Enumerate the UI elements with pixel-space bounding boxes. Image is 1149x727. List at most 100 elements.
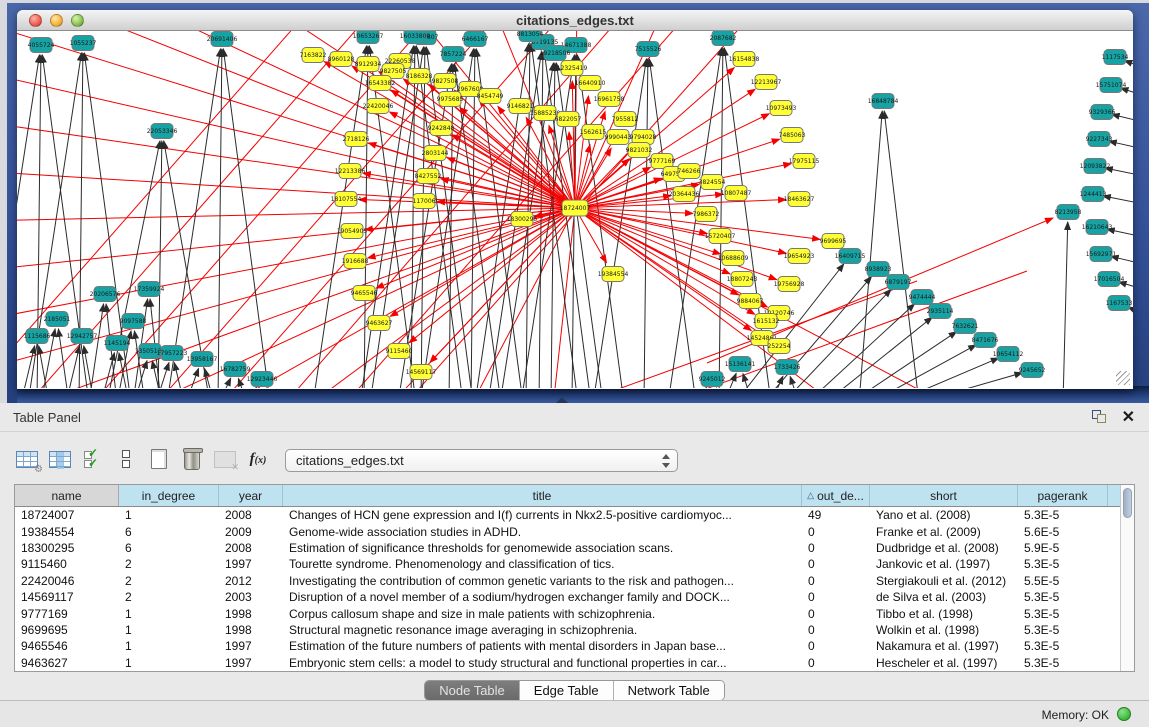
function-builder-icon[interactable]: f(x)	[245, 446, 271, 472]
column-header-title[interactable]: title	[283, 485, 802, 506]
graph-node-label: 16640910	[575, 80, 606, 87]
graph-edge	[870, 345, 976, 388]
graph-node-label: 12093822	[1080, 163, 1111, 170]
table-cell-year: 1998	[219, 623, 283, 637]
table-cell-year: 2008	[219, 541, 283, 555]
table-cell-short: Stergiakouli et al. (2012)	[870, 574, 1018, 588]
close-panel-icon[interactable]: ✕	[1122, 407, 1135, 427]
graph-node-label: 8813054	[517, 31, 544, 38]
graph-node-label: 7986372	[693, 211, 720, 218]
graph-edge	[174, 363, 184, 388]
column-header-name[interactable]: name	[15, 485, 119, 506]
table-panel-titlebar: Table Panel ✕	[0, 403, 1149, 432]
table-cell-name: 19384554	[15, 525, 119, 539]
graph-node-label: 2935114	[927, 308, 954, 315]
graph-edge	[884, 111, 919, 388]
graph-node-label: 117006	[413, 198, 436, 205]
delete-column-icon[interactable]	[179, 446, 205, 472]
memory-status-indicator[interactable]	[1117, 707, 1131, 721]
graph-edge	[360, 46, 414, 388]
table-cell-short: Wolkin et al. (1998)	[870, 623, 1018, 637]
graph-node-label: 16033809	[400, 33, 431, 40]
graph-node-label: 1916688	[342, 258, 369, 265]
graph-edge	[223, 49, 270, 388]
table-cell-short: Tibbo et al. (1998)	[870, 607, 1018, 621]
table-row[interactable]: 1938455462009Genome-wide association stu…	[15, 523, 1120, 539]
graph-node-label: 17016504	[1094, 276, 1125, 283]
graph-node-label: 9827505	[380, 68, 407, 75]
table-row[interactable]: 946362711997Embryonic stem cells: a mode…	[15, 655, 1120, 671]
table-cell-in_degree: 1	[119, 656, 219, 670]
graph-node-label: 252254	[768, 343, 791, 350]
table-source-dropdown[interactable]: citations_edges.txt	[285, 449, 678, 472]
select-all-columns-icon[interactable]: ✓✓	[80, 446, 106, 472]
table-cell-pagerank: 5.3E-5	[1018, 508, 1108, 522]
graph-node-label: 18107554	[331, 196, 362, 203]
window-resize-grip[interactable]	[1116, 371, 1130, 385]
table-cell-pagerank: 5.3E-5	[1018, 607, 1108, 621]
graph-node-label: 10654112	[993, 351, 1024, 358]
column-header-short[interactable]: short	[870, 485, 1018, 506]
table-row[interactable]: 911546021997Tourette syndrome. Phenomeno…	[15, 556, 1120, 572]
table-scrollbar-thumb[interactable]	[1123, 488, 1132, 518]
table-row[interactable]: 2242004622012Investigating the contribut…	[15, 573, 1120, 589]
graph-node-label: 1117534	[1102, 54, 1129, 61]
table-row[interactable]: 946554611997Estimation of the future num…	[15, 638, 1120, 654]
table-settings-icon[interactable]: ⚙	[14, 446, 40, 472]
tab-edge-table[interactable]: Edge Table	[520, 681, 614, 700]
table-cell-year: 1997	[219, 656, 283, 670]
column-header-pagerank[interactable]: pagerank	[1018, 485, 1108, 506]
graph-node-label: 1115686	[24, 333, 51, 340]
table-cell-short: de Silva et al. (2003)	[870, 590, 1018, 604]
graph-node-label: 1244413	[1080, 191, 1107, 198]
column-header-in_degree[interactable]: in_degree	[119, 485, 219, 506]
table-row[interactable]: 1830029562008Estimation of significance …	[15, 540, 1120, 556]
graph-node-label: 1615132	[753, 318, 780, 325]
graph-edge	[364, 46, 368, 388]
table-cell-out_de: 0	[802, 557, 870, 571]
table-row[interactable]: 1872400712008Changes of HCN gene express…	[15, 507, 1120, 523]
graph-node-label: 6879197	[885, 279, 912, 286]
table-cell-name: 9699695	[15, 623, 119, 637]
table-cell-title: Disruption of a novel member of a sodium…	[283, 590, 802, 604]
new-column-icon[interactable]	[146, 446, 172, 472]
network-window-titlebar[interactable]: citations_edges.txt	[17, 10, 1133, 31]
table-cell-name: 9465546	[15, 639, 119, 653]
dropdown-arrows-icon	[661, 452, 670, 470]
float-panel-icon[interactable]	[1092, 410, 1107, 424]
graph-node-label: 12325419	[557, 65, 588, 72]
graph-node-label: 7515526	[635, 46, 662, 53]
table-row[interactable]: 977716911998Corpus callosum shape and si…	[15, 605, 1120, 621]
graph-node-label: 9115460	[386, 348, 413, 355]
tab-network-table[interactable]: Network Table	[614, 681, 724, 700]
column-header-year[interactable]: year	[219, 485, 283, 506]
table-cell-year: 1997	[219, 639, 283, 653]
network-canvas[interactable]: 1872400712325419166409101696175879558121…	[17, 31, 1133, 388]
column-header-out_de[interactable]: △out_de...	[802, 485, 870, 506]
cytoscape-desktop: citations_edges.txt 18724007123254191664…	[7, 3, 1149, 403]
graph-node-label: 19384554	[598, 271, 629, 278]
table-cell-short: Dudbridge et al. (2008)	[870, 541, 1018, 555]
table-header-row: namein_degreeyeartitle△out_de...shortpag…	[15, 485, 1120, 507]
table-row[interactable]: 1456911722003Disruption of a novel membe…	[15, 589, 1120, 605]
splitter-grip[interactable]	[556, 397, 568, 403]
graph-node-label: 7632621	[952, 323, 979, 330]
graph-node-label: 8186328	[406, 73, 433, 80]
select-columns-icon[interactable]	[47, 446, 73, 472]
graph-node-label: 2803144	[422, 150, 449, 157]
table-scrollbar[interactable]	[1120, 485, 1134, 671]
table-cell-short: Jankovic et al. (1997)	[870, 557, 1018, 571]
network-svg[interactable]: 1872400712325419166409101696175879558121…	[17, 31, 1133, 388]
graph-node-label: 13958167	[187, 356, 218, 363]
table-cell-in_degree: 2	[119, 557, 219, 571]
graph-node-label: 2185051	[44, 316, 71, 323]
graph-edge	[783, 289, 891, 388]
tab-node-table[interactable]: Node Table	[425, 681, 520, 700]
table-row[interactable]: 969969511998Structural magnetic resonanc…	[15, 622, 1120, 638]
table-cell-out_de: 0	[802, 639, 870, 653]
graph-node-label: 15136141	[725, 361, 756, 368]
unselect-all-columns-icon[interactable]	[113, 446, 139, 472]
graph-edge	[47, 208, 575, 388]
table-cell-title: Embryonic stem cells: a model to study s…	[283, 656, 802, 670]
graph-node-label: 2718126	[343, 136, 370, 143]
